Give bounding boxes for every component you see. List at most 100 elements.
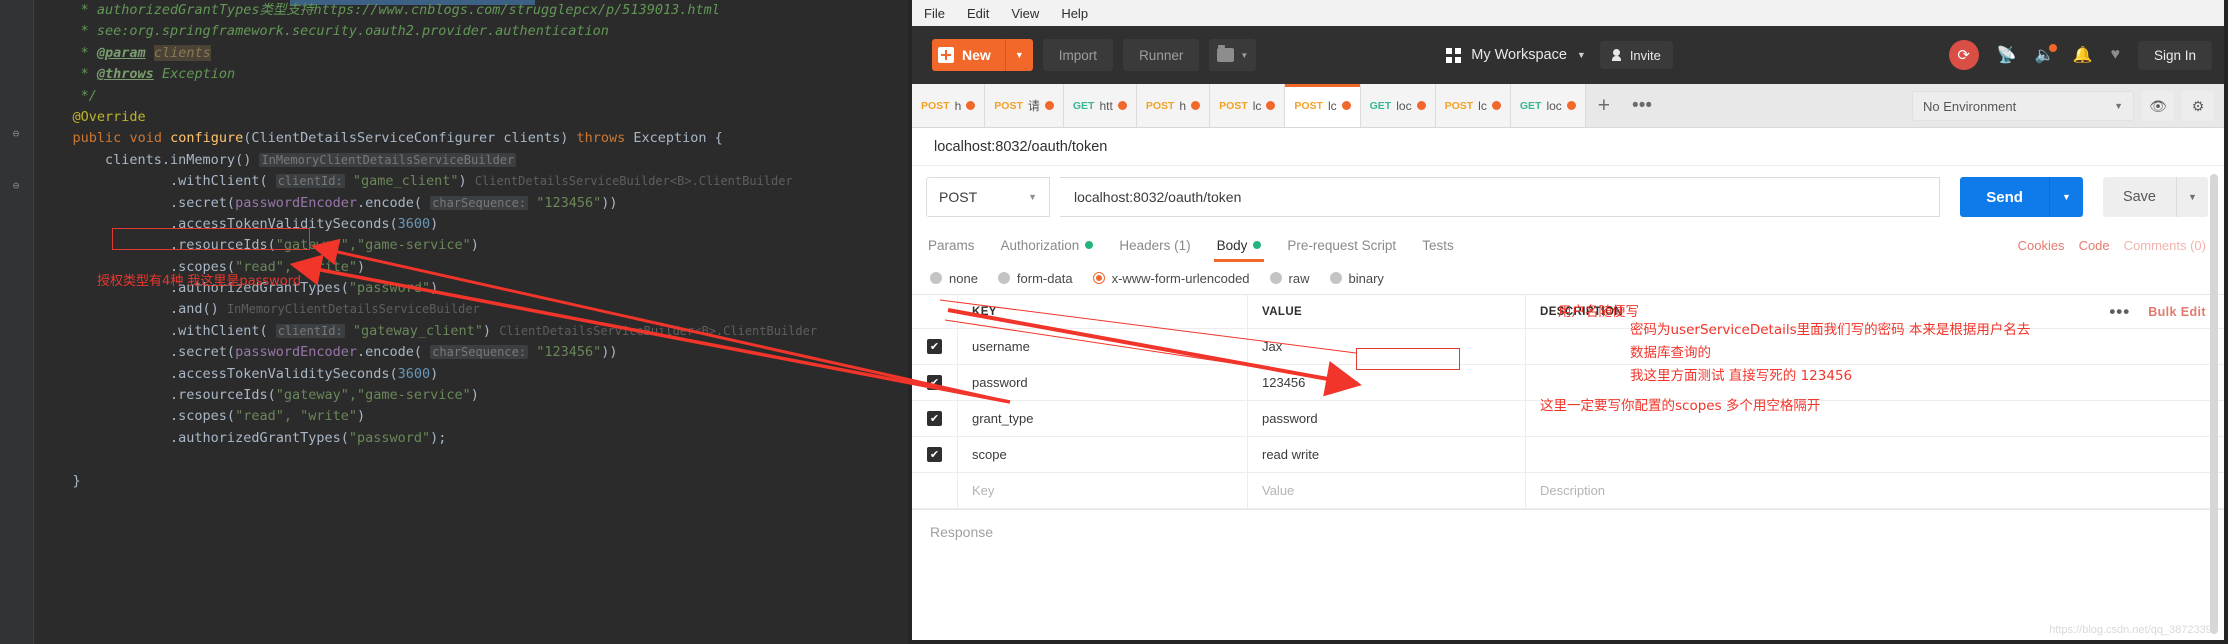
- checkbox-icon[interactable]: ✔: [927, 411, 942, 426]
- body-type-x-www-form-urlencoded[interactable]: x-www-form-urlencoded: [1092, 270, 1250, 286]
- menu-item-view[interactable]: View: [1011, 6, 1039, 21]
- link-code[interactable]: Code: [2079, 238, 2110, 253]
- body-type-form-data[interactable]: form-data: [997, 271, 1073, 286]
- sign-in-button[interactable]: Sign In: [2137, 40, 2212, 70]
- request-tab[interactable]: GET loc: [1360, 84, 1436, 127]
- request-tab[interactable]: POST lc: [1435, 84, 1511, 127]
- scopes-highlight-box: [112, 228, 310, 250]
- environment-quick-look-button[interactable]: 👁: [2142, 91, 2174, 121]
- column-header: KEY: [958, 295, 1248, 328]
- request-tab[interactable]: POST lc: [1285, 84, 1361, 127]
- workspace-label: My Workspace: [1471, 47, 1567, 63]
- code-line: * see:org.springframework.security.oauth…: [40, 23, 609, 40]
- key-input[interactable]: password: [958, 365, 1248, 400]
- tab-options-button[interactable]: •••: [1622, 84, 1662, 127]
- unsaved-dot-icon: [1341, 101, 1351, 110]
- request-sub-tabs: Params Authorization Headers (1) Body Pre-re…: [912, 228, 2224, 262]
- checkbox-icon[interactable]: ✔: [927, 447, 942, 462]
- request-tab[interactable]: POST 请: [985, 84, 1064, 127]
- chevron-down-icon: ▼: [1028, 192, 1037, 202]
- send-button[interactable]: Send: [1960, 177, 2049, 217]
- editor-gutter: [0, 0, 34, 644]
- request-tab[interactable]: GET htt: [1063, 84, 1137, 127]
- checkbox-icon[interactable]: ✔: [927, 375, 942, 390]
- gear-icon: ⚙: [2191, 97, 2205, 114]
- new-folder-button[interactable]: ▼: [1209, 39, 1257, 71]
- tab-params[interactable]: Params: [928, 228, 975, 262]
- save-dropdown-caret[interactable]: ▼: [2176, 177, 2208, 217]
- sync-icon[interactable]: ⟳: [1948, 40, 1979, 70]
- heart-icon[interactable]: ♥: [2110, 46, 2120, 64]
- new-dropdown-caret[interactable]: ▼: [1004, 39, 1033, 71]
- menu-item-edit[interactable]: Edit: [967, 6, 989, 21]
- runner-button[interactable]: Runner: [1123, 39, 1200, 71]
- code-line: @Override: [72, 108, 146, 125]
- save-label: Save: [2122, 189, 2156, 205]
- manage-environments-button[interactable]: ⚙: [2182, 91, 2214, 121]
- menu-item-file[interactable]: File: [924, 6, 945, 21]
- tab-body[interactable]: Body: [1213, 228, 1265, 262]
- watermark: https://blog.csdn.net/qq_38723394: [2049, 624, 2218, 636]
- request-tab[interactable]: POST lc: [1210, 84, 1286, 127]
- menu-item-help[interactable]: Help: [1061, 6, 1088, 21]
- save-button[interactable]: Save: [2102, 177, 2176, 217]
- code-line: .withClient( clientId: "gateway_client")…: [40, 322, 818, 339]
- new-tab-button[interactable]: +: [1586, 84, 1622, 127]
- satellite-icon[interactable]: 📡: [1997, 45, 2017, 65]
- url-input[interactable]: localhost:8032/oauth/token: [1060, 177, 1941, 217]
- megaphone-icon[interactable]: 🔈: [2035, 44, 2057, 65]
- http-method-value: POST: [939, 189, 978, 205]
- code-fold-icon-top[interactable]: ⊖: [10, 128, 22, 140]
- key-input[interactable]: Key: [958, 473, 1248, 508]
- http-method-select[interactable]: POST ▼: [926, 177, 1050, 217]
- row-checkbox-cell[interactable]: ✔: [912, 401, 958, 436]
- send-dropdown-caret[interactable]: ▼: [2048, 177, 2083, 217]
- tab-pre-request-script[interactable]: Pre-request Script: [1287, 228, 1396, 262]
- body-type-none[interactable]: none: [930, 271, 978, 286]
- bell-icon[interactable]: 🔔: [2073, 45, 2093, 65]
- tab-headers[interactable]: Headers (1): [1119, 228, 1190, 262]
- invite-button[interactable]: Invite: [1599, 41, 1673, 69]
- link-comments[interactable]: Comments (0): [2124, 238, 2206, 253]
- value-input[interactable]: Value: [1248, 473, 1526, 508]
- import-button[interactable]: Import: [1042, 39, 1114, 71]
- code-line: .accessTokenValiditySeconds(3600): [40, 365, 439, 382]
- workspace-switcher[interactable]: My Workspace ▼: [1446, 47, 1586, 63]
- body-type-raw[interactable]: raw: [1269, 271, 1310, 286]
- row-checkbox-cell[interactable]: [912, 473, 958, 508]
- body-type-binary[interactable]: binary: [1329, 271, 1384, 286]
- description-input[interactable]: [1526, 437, 2224, 472]
- key-input[interactable]: username: [958, 329, 1248, 364]
- link-cookies[interactable]: Cookies: [2018, 238, 2065, 253]
- body-type-label: x-www-form-urlencoded: [1111, 270, 1250, 286]
- value-input[interactable]: password: [1248, 401, 1526, 436]
- tab-tests[interactable]: Tests: [1422, 228, 1454, 262]
- request-tab[interactable]: POST h: [1136, 84, 1211, 127]
- key-input[interactable]: grant_type: [958, 401, 1248, 436]
- code-fold-icon-method[interactable]: ⊖: [10, 180, 22, 192]
- code-line: }: [40, 472, 81, 489]
- code-line: .and() InMemoryClientDetailsServiceBuild…: [40, 301, 480, 318]
- code-line: */: [40, 87, 97, 104]
- vertical-scrollbar[interactable]: [2210, 174, 2218, 634]
- table-more-options-button[interactable]: •••: [2109, 302, 2130, 322]
- row-checkbox-cell[interactable]: ✔: [912, 437, 958, 472]
- new-button[interactable]: New ▼: [932, 39, 1033, 71]
- environment-selector[interactable]: No Environment ▼: [1912, 91, 2134, 121]
- tab-authorization[interactable]: Authorization: [1001, 228, 1094, 262]
- url-row: POST ▼ localhost:8032/oauth/token Send ▼…: [912, 166, 2224, 228]
- bulk-edit-button[interactable]: Bulk Edit: [2148, 305, 2206, 319]
- checkbox-icon[interactable]: ✔: [927, 339, 942, 354]
- request-tab[interactable]: GET loc: [1510, 84, 1586, 127]
- chevron-down-icon: ▼: [1576, 50, 1586, 60]
- row-checkbox-cell[interactable]: ✔: [912, 329, 958, 364]
- tab-name: htt: [1099, 98, 1113, 113]
- value-input[interactable]: 123456: [1248, 365, 1526, 400]
- key-input[interactable]: scope: [958, 437, 1248, 472]
- request-tab[interactable]: POST h: [912, 84, 986, 127]
- description-input[interactable]: Description: [1526, 473, 2224, 508]
- tab-name: h: [1179, 98, 1187, 113]
- row-checkbox-cell[interactable]: ✔: [912, 365, 958, 400]
- unsaved-dot-icon: [966, 101, 976, 110]
- value-input[interactable]: read write: [1248, 437, 1526, 472]
